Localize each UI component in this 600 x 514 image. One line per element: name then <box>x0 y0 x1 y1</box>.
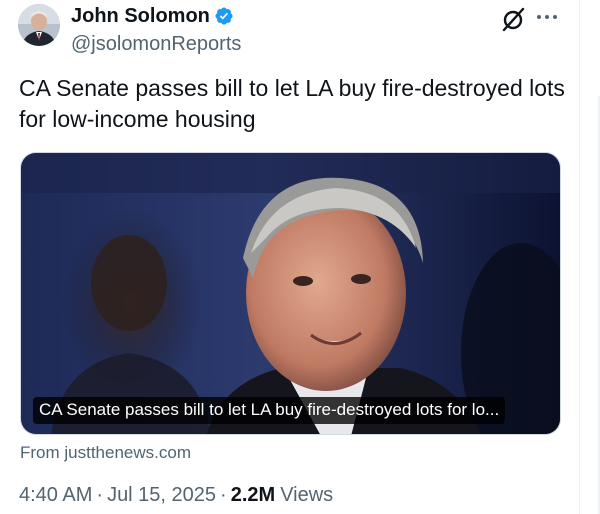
tweet-text: CA Senate passes bill to let LA buy fire… <box>19 75 565 132</box>
more-options-icon[interactable] <box>534 6 560 28</box>
meta-separator: · <box>220 484 227 506</box>
author-display-name[interactable]: John Solomon <box>71 5 210 28</box>
author-name-row: John Solomon <box>71 4 234 28</box>
side-panel-edge <box>580 0 600 514</box>
link-source[interactable]: From justthenews.com <box>20 443 191 463</box>
article-photo <box>21 153 560 434</box>
link-card-media[interactable]: CA Senate passes bill to let LA buy fire… <box>20 152 561 435</box>
views-count[interactable]: 2.2M <box>231 484 275 507</box>
author-handle[interactable]: @jsolomonReports <box>71 33 241 56</box>
meta-separator: · <box>96 484 104 506</box>
tweet-time[interactable]: 4:40 AM <box>19 484 92 507</box>
media-caption: CA Senate passes bill to let LA buy fire… <box>33 397 506 424</box>
tweet-date[interactable]: Jul 15, 2025 <box>107 484 216 507</box>
views-label: Views <box>280 484 334 506</box>
author-avatar[interactable] <box>18 4 60 46</box>
grok-icon[interactable] <box>500 5 528 33</box>
verified-badge-icon[interactable] <box>214 6 234 26</box>
avatar-photo <box>18 4 60 46</box>
tweet-meta: 4:40 AM · Jul 15, 2025 · 2.2M Views <box>19 484 333 507</box>
